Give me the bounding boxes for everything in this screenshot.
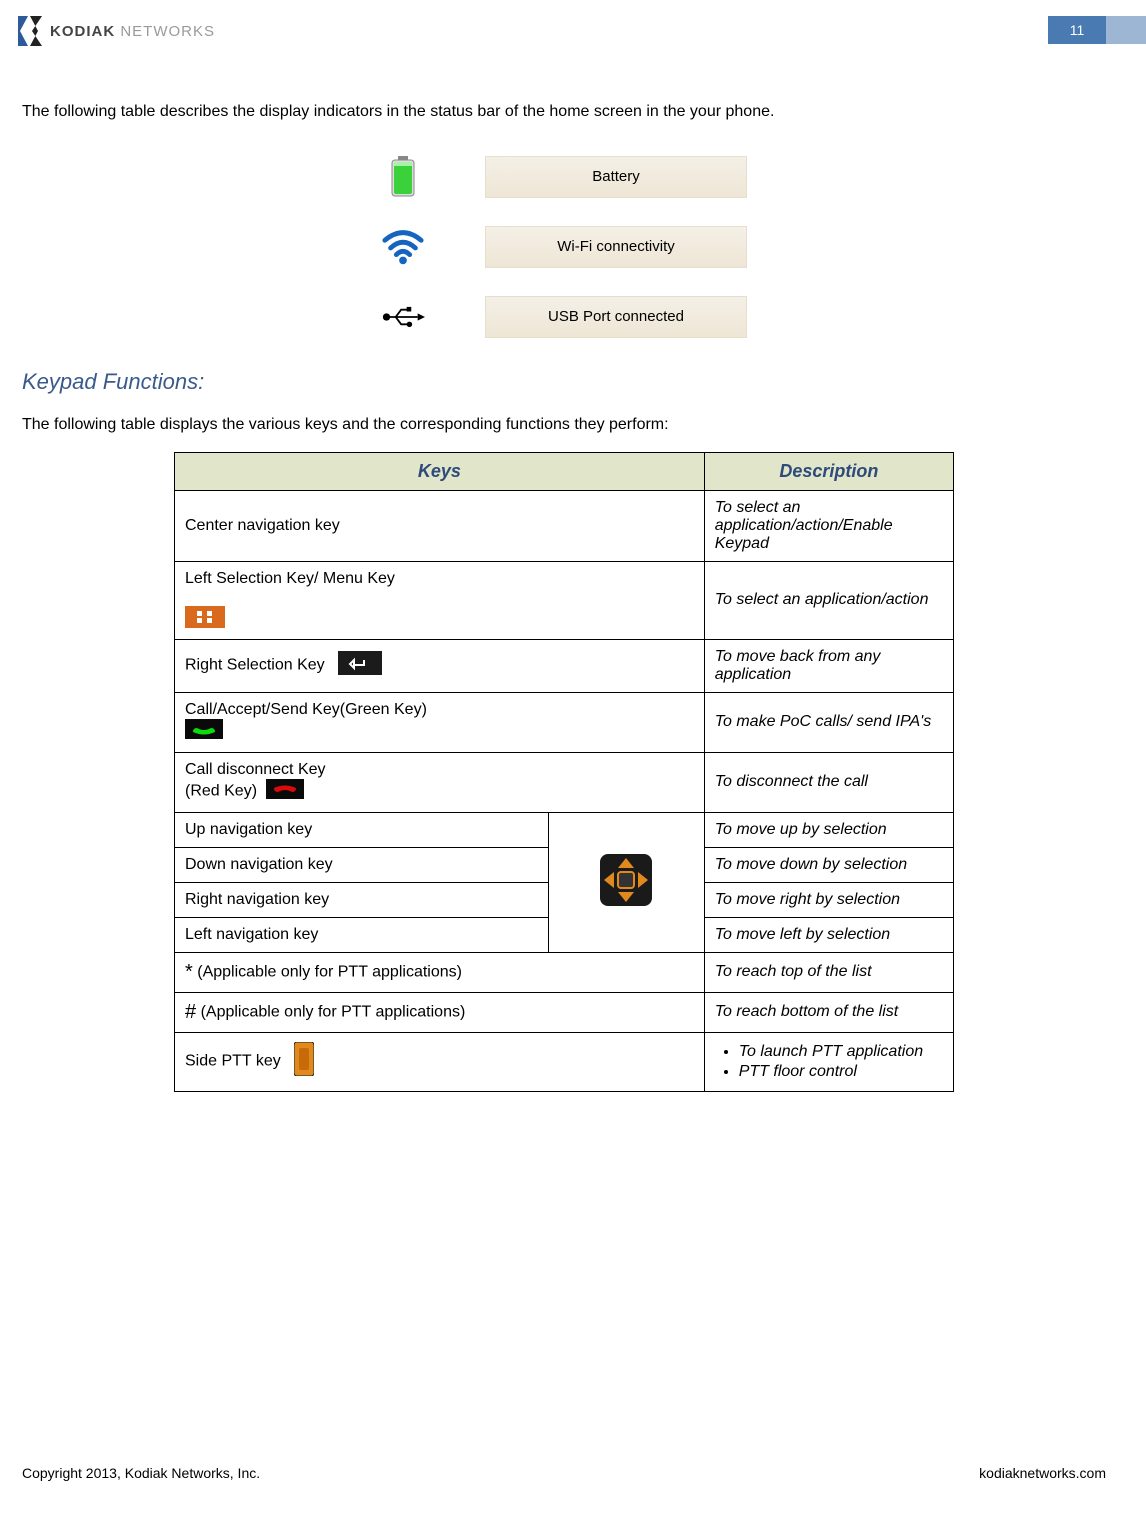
page-number: 11 — [1048, 16, 1106, 44]
desc-cell: To select an application/action/Enable K… — [704, 490, 953, 561]
usb-icon — [381, 295, 425, 339]
logo-text-strong: KODIAK — [50, 23, 115, 40]
indicator-label-battery: Battery — [485, 156, 747, 198]
key-note: (Applicable only for PTT applications) — [193, 963, 462, 980]
table-header-row: Keys Description — [175, 452, 954, 490]
desc-cell: To reach top of the list — [704, 952, 953, 992]
logo-text: KODIAK NETWORKS — [50, 23, 215, 40]
key-cell: Left Selection Key/ Menu Key — [175, 561, 705, 639]
hash-symbol: # — [185, 1001, 196, 1023]
keypad-table: Keys Description Center navigation key T… — [174, 452, 954, 1092]
desc-cell: To disconnect the call — [704, 752, 953, 812]
desc-bullet-1: To launch PTT application — [739, 1043, 943, 1061]
desc-bullet-2: PTT floor control — [739, 1063, 943, 1081]
table-row: Side PTT key To launch PTT application P… — [175, 1032, 954, 1091]
footer-copyright: Copyright 2013, Kodiak Networks, Inc. — [22, 1465, 260, 1481]
key-cell: Right navigation key — [175, 882, 549, 917]
indicator-row-battery: Battery — [381, 155, 747, 199]
key-text: Right Selection Key — [185, 657, 325, 674]
key-text-a: Call disconnect Key — [185, 761, 326, 778]
red-end-key-icon — [266, 779, 304, 804]
key-note: (Applicable only for PTT applications) — [196, 1003, 465, 1020]
key-text: Call/Accept/Send Key(Green Key) — [185, 701, 427, 718]
desc-cell: To select an application/action — [704, 561, 953, 639]
key-cell: Center navigation key — [175, 490, 705, 561]
key-cell: # (Applicable only for PTT applications) — [175, 992, 705, 1032]
indicator-row-usb: USB Port connected — [381, 295, 747, 339]
indicator-label-usb: USB Port connected — [485, 296, 747, 338]
key-cell: Down navigation key — [175, 847, 549, 882]
desc-cell: To make PoC calls/ send IPA's — [704, 692, 953, 752]
desc-cell: To move back from any application — [704, 639, 953, 692]
indicator-label-wifi: Wi-Fi connectivity — [485, 226, 747, 268]
key-cell: Call disconnect Key (Red Key) — [175, 752, 705, 812]
key-cell: * (Applicable only for PTT applications) — [175, 952, 705, 992]
dpad-cell — [548, 812, 704, 952]
logo-mark-icon — [18, 16, 46, 46]
col-desc: Description — [704, 452, 953, 490]
key-cell: Right Selection Key — [175, 639, 705, 692]
desc-cell: To move right by selection — [704, 882, 953, 917]
table-row: * (Applicable only for PTT applications)… — [175, 952, 954, 992]
table-row: Up navigation key To move up by sele — [175, 812, 954, 847]
header: KODIAK NETWORKS 11 — [0, 12, 1146, 46]
footer-url: kodiaknetworks.com — [979, 1465, 1106, 1481]
page-num-bar — [1106, 16, 1146, 44]
key-cell: Side PTT key — [175, 1032, 705, 1091]
key-cell: Call/Accept/Send Key(Green Key) — [175, 692, 705, 752]
key-text: Side PTT key — [185, 1053, 281, 1070]
desc-cell: To move down by selection — [704, 847, 953, 882]
footer: Copyright 2013, Kodiak Networks, Inc. ko… — [22, 1465, 1106, 1481]
desc-cell: To move left by selection — [704, 917, 953, 952]
key-text-b: (Red Key) — [185, 782, 257, 799]
logo-text-light: NETWORKS — [115, 23, 215, 40]
desc-cell: To reach bottom of the list — [704, 992, 953, 1032]
desc-cell: To move up by selection — [704, 812, 953, 847]
table-row: Call/Accept/Send Key(Green Key) To make … — [175, 692, 954, 752]
table-row: Right Selection Key To move back from an… — [175, 639, 954, 692]
table-row: Left Selection Key/ Menu Key To select a… — [175, 561, 954, 639]
section-title: Keypad Functions: — [22, 369, 1106, 395]
indicator-row-wifi: Wi-Fi connectivity — [381, 225, 747, 269]
side-ptt-key-icon — [294, 1042, 314, 1081]
green-call-key-icon — [185, 719, 223, 744]
intro-paragraph: The following table describes the displa… — [22, 100, 1106, 125]
star-symbol: * — [185, 961, 193, 983]
table-row: Call disconnect Key (Red Key) To disconn… — [175, 752, 954, 812]
battery-icon — [381, 155, 425, 199]
key-cell: Left navigation key — [175, 917, 549, 952]
desc-cell: To launch PTT application PTT floor cont… — [704, 1032, 953, 1091]
key-cell: Up navigation key — [175, 812, 549, 847]
table-row: Center navigation key To select an appli… — [175, 490, 954, 561]
wifi-icon — [381, 225, 425, 269]
table-row: # (Applicable only for PTT applications)… — [175, 992, 954, 1032]
back-key-icon — [338, 651, 382, 680]
logo: KODIAK NETWORKS — [18, 16, 215, 46]
dpad-icon — [594, 848, 658, 916]
key-text: Left Selection Key/ Menu Key — [185, 570, 395, 587]
keypad-intro: The following table displays the various… — [22, 413, 1106, 438]
menu-key-icon — [185, 606, 225, 633]
col-keys: Keys — [175, 452, 705, 490]
status-indicator-list: Battery Wi-Fi connectivity — [22, 155, 1106, 339]
